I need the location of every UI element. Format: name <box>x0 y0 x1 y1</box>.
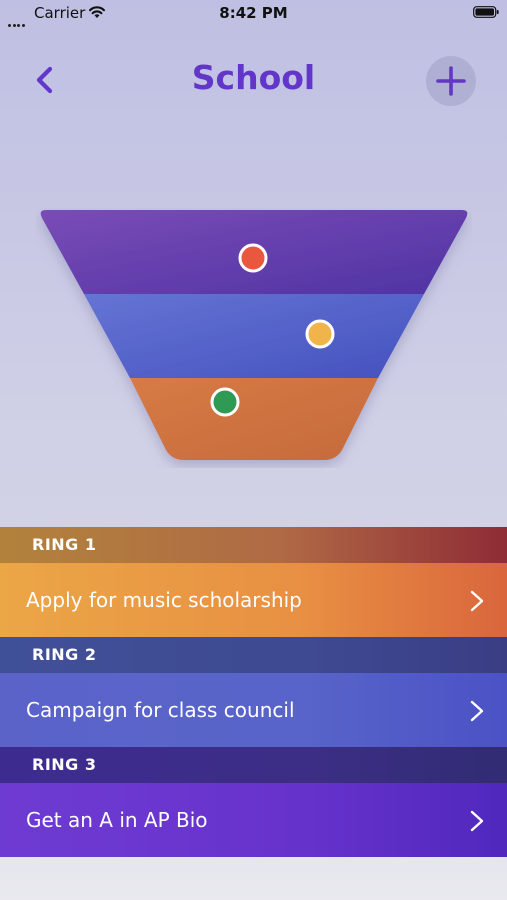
ring-2-goal-row[interactable]: Campaign for class council <box>0 673 507 747</box>
chevron-right-icon <box>470 810 484 832</box>
ring-3-band <box>130 378 378 460</box>
battery-icon <box>473 6 499 18</box>
ring-2-band <box>84 294 424 378</box>
rings-funnel <box>40 210 468 460</box>
ring-1-goal-label: Apply for music scholarship <box>26 588 302 612</box>
ring-3-goal-row[interactable]: Get an A in AP Bio <box>0 783 507 857</box>
ring-2-dot <box>305 319 335 349</box>
ring-1-header: RING 1 <box>0 527 507 563</box>
status-time: 8:42 PM <box>219 4 288 22</box>
ring-3-dot <box>210 387 240 417</box>
status-bar: Carrier 8:42 PM <box>0 0 507 27</box>
ring-2-header: RING 2 <box>0 637 507 673</box>
ring-3-goal-label: Get an A in AP Bio <box>26 808 208 832</box>
ring-1-goal-row[interactable]: Apply for music scholarship <box>0 563 507 637</box>
chevron-right-icon <box>470 700 484 722</box>
ring-2-goal-label: Campaign for class council <box>26 698 295 722</box>
add-button[interactable] <box>426 56 476 106</box>
plus-icon <box>436 66 466 96</box>
ring-3-header: RING 3 <box>0 747 507 783</box>
ring-1-dot <box>238 243 268 273</box>
chevron-right-icon <box>470 590 484 612</box>
